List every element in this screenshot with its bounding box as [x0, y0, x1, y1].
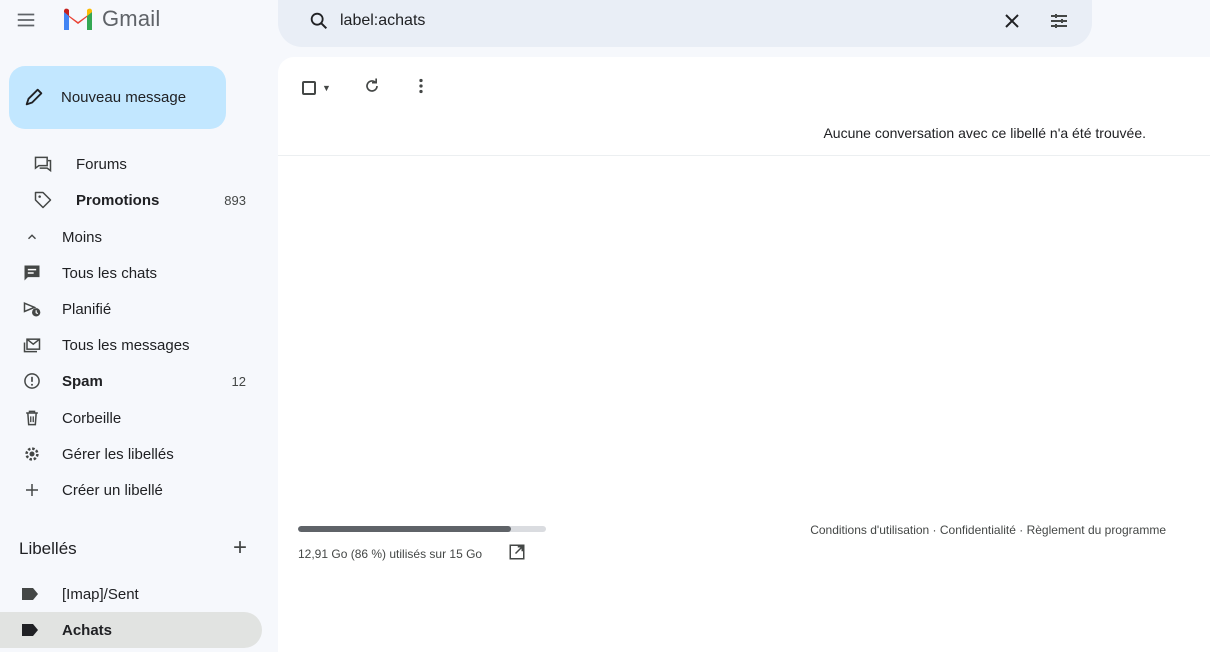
- all-mail-icon: [22, 335, 42, 355]
- sidebar-item-label: Achats: [62, 621, 113, 639]
- label-icon: [20, 620, 40, 640]
- sidebar-item-label: [Imap]/Sent: [62, 585, 139, 603]
- sidebar-item-spam[interactable]: Spam 12: [0, 363, 262, 399]
- sidebar-item-less[interactable]: Moins: [0, 219, 262, 255]
- add-label-icon[interactable]: +: [230, 536, 250, 560]
- more-options-icon[interactable]: [413, 75, 429, 97]
- empty-state-message: Aucune conversation avec ce libellé n'a …: [823, 125, 1146, 141]
- select-all-checkbox[interactable]: [302, 81, 316, 95]
- pencil-icon: [25, 88, 43, 106]
- gear-icon: [22, 444, 42, 464]
- trash-icon: [22, 408, 42, 428]
- scheduled-send-icon: [22, 299, 42, 319]
- search-bar: [278, 0, 1092, 47]
- spam-icon: [22, 371, 42, 391]
- storage-progress-bar: [298, 526, 546, 532]
- sidebar-label-imap-sent[interactable]: [Imap]/Sent: [0, 576, 262, 612]
- search-input[interactable]: [340, 9, 940, 33]
- sidebar-item-label: Moins: [62, 228, 103, 246]
- label-icon: [20, 584, 40, 604]
- storage-progress-fill: [298, 526, 512, 532]
- sidebar-item-label: Forums: [76, 155, 127, 173]
- app-name: Gmail: [102, 6, 161, 31]
- refresh-icon[interactable]: [362, 75, 382, 97]
- sidebar-item-label: Tous les chats: [62, 264, 158, 282]
- select-caret-icon[interactable]: ▼: [322, 83, 331, 93]
- sidebar-item-create-label[interactable]: Créer un libellé: [0, 472, 262, 508]
- sidebar-item-label: Corbeille: [62, 409, 122, 427]
- footer-links[interactable]: Conditions d'utilisation · Confidentiali…: [810, 523, 1166, 537]
- message-list-panel: ▼ Aucune conversation avec ce libellé n'…: [278, 57, 1210, 652]
- sidebar-item-label: Gérer les libellés: [62, 445, 174, 463]
- sidebar-label-achats[interactable]: Achats: [0, 612, 262, 648]
- compose-label: Nouveau message: [61, 89, 187, 106]
- sidebar-item-label: Créer un libellé: [62, 481, 163, 499]
- sidebar-item-label: Promotions: [76, 191, 160, 209]
- sidebar-item-all-mail[interactable]: Tous les messages: [0, 327, 262, 363]
- sidebar-item-trash[interactable]: Corbeille: [0, 400, 262, 436]
- sidebar-item-manage-labels[interactable]: Gérer les libellés: [0, 436, 262, 472]
- sidebar-item-label: Tous les messages: [62, 336, 190, 354]
- open-in-new-icon[interactable]: [508, 543, 526, 561]
- divider: [278, 155, 1210, 156]
- sidebar-item-forums[interactable]: Forums: [0, 146, 262, 182]
- clear-search-icon[interactable]: [1000, 9, 1024, 33]
- tag-icon: [33, 190, 53, 210]
- compose-button[interactable]: Nouveau message: [9, 66, 226, 129]
- sidebar-item-promotions[interactable]: Promotions 893: [0, 182, 262, 218]
- chat-icon: [22, 263, 42, 283]
- search-options-icon[interactable]: [1047, 9, 1071, 33]
- forum-icon: [33, 154, 53, 174]
- storage-usage-text: 12,91 Go (86 %) utilisés sur 15 Go: [298, 547, 483, 561]
- search-icon[interactable]: [308, 10, 330, 32]
- unread-count: 12: [231, 373, 246, 389]
- labels-section-title: Libellés: [19, 539, 77, 558]
- sidebar-item-scheduled[interactable]: Planifié: [0, 291, 262, 327]
- gmail-logo[interactable]: Gmail: [62, 6, 160, 32]
- gmail-m-icon: [64, 8, 92, 30]
- plus-icon: [22, 480, 42, 500]
- sidebar-item-chats[interactable]: Tous les chats: [0, 255, 262, 291]
- sidebar-item-label: Planifié: [62, 300, 112, 318]
- chevron-up-icon: [22, 227, 42, 247]
- sidebar-item-label: Spam: [62, 372, 103, 390]
- unread-count: 893: [224, 192, 246, 208]
- main-menu-icon[interactable]: [14, 8, 38, 32]
